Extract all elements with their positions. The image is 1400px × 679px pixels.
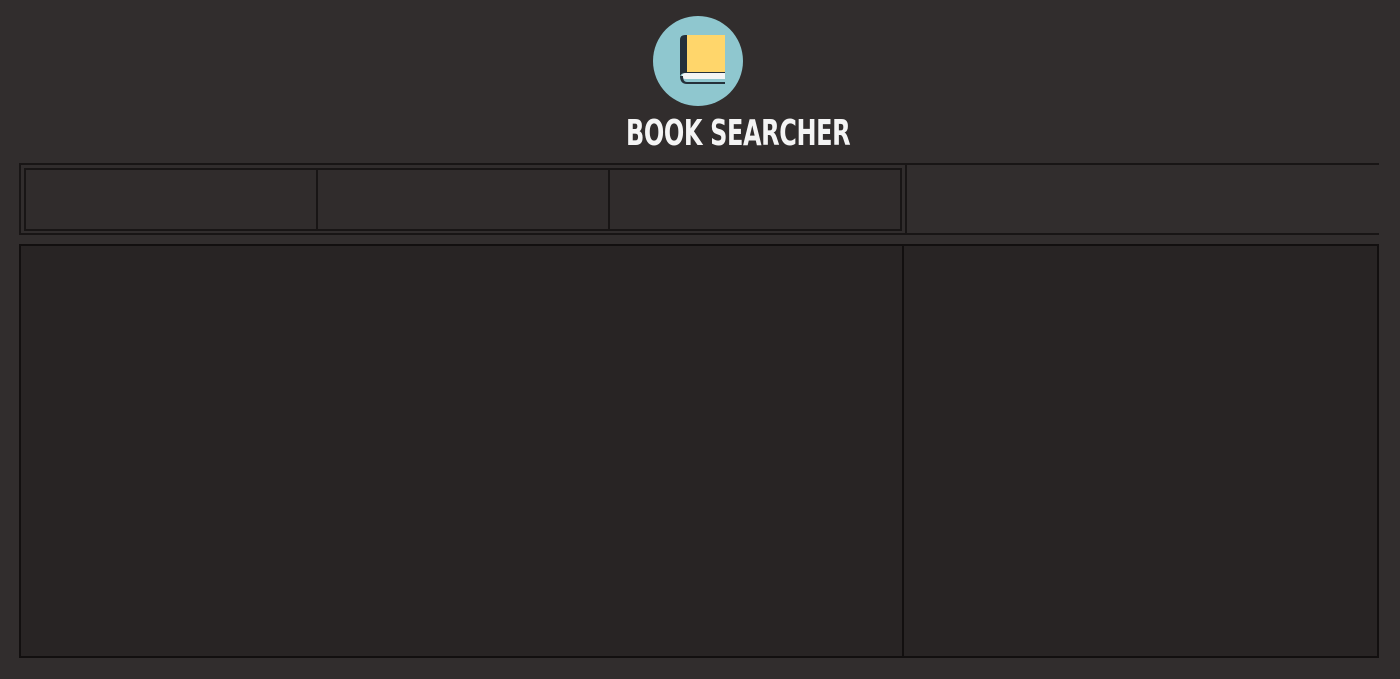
search-field-2[interactable] <box>318 170 610 229</box>
logo <box>653 16 743 106</box>
results-panel <box>21 246 904 656</box>
main-content <box>19 244 1379 658</box>
details-panel <box>904 246 1377 656</box>
header: BOOK SEARCHER <box>0 0 1400 160</box>
search-field-3[interactable] <box>610 170 900 229</box>
search-field-1[interactable] <box>26 170 318 229</box>
search-toolbar <box>19 163 1379 235</box>
search-fields-group <box>24 168 902 231</box>
app-title: BOOK SEARCHER <box>626 113 851 154</box>
toolbar-side-panel <box>905 165 1379 233</box>
book-icon <box>653 16 743 106</box>
